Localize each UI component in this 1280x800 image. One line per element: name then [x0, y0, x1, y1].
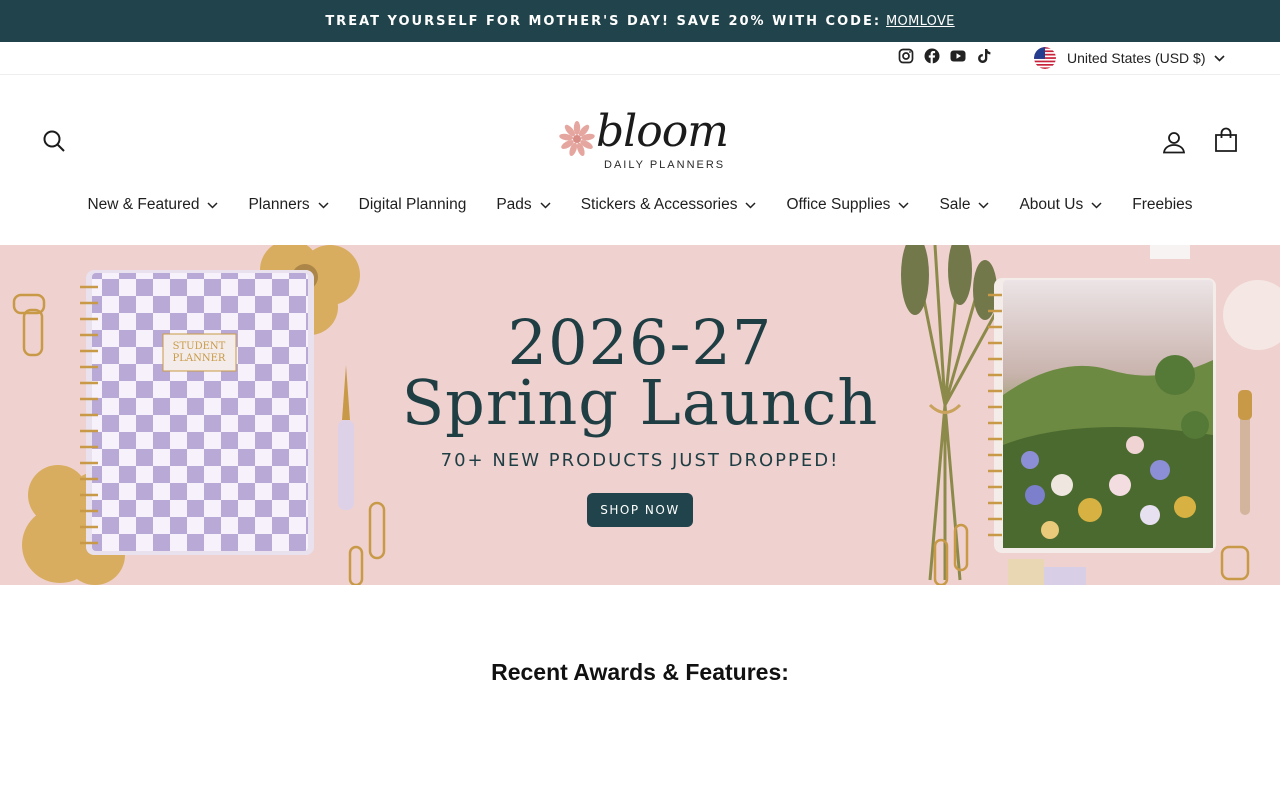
nav-item-planners[interactable]: Planners: [248, 192, 329, 218]
chevron-down-icon: [745, 201, 756, 209]
promo-code-link[interactable]: MOMLOVE: [886, 14, 955, 29]
announcement-bar: TREAT YOURSELF FOR MOTHER'S DAY! SAVE 20…: [0, 0, 1280, 42]
us-flag-icon: [1034, 47, 1056, 69]
chevron-down-icon: [1091, 201, 1102, 209]
nav-item-label: Pads: [496, 196, 532, 213]
nav-item-label: New & Featured: [87, 196, 200, 213]
currency-selector[interactable]: United States (USD $): [1034, 47, 1225, 69]
announcement-text: TREAT YOURSELF FOR MOTHER'S DAY! SAVE 20…: [325, 13, 882, 29]
awards-heading: Recent Awards & Features:: [491, 659, 789, 685]
youtube-icon[interactable]: [950, 48, 966, 64]
cart-icon[interactable]: [1214, 127, 1238, 153]
chevron-down-icon: [1213, 54, 1225, 62]
nav-item-label: About Us: [1019, 196, 1084, 213]
nav-item-about-us[interactable]: About Us: [1019, 192, 1102, 218]
facebook-icon[interactable]: [924, 48, 940, 64]
utility-bar: United States (USD $): [0, 42, 1280, 75]
chevron-down-icon: [898, 201, 909, 209]
account-icon[interactable]: [1162, 130, 1186, 154]
logo-tagline: DAILY PLANNERS: [604, 159, 726, 171]
hero-title: Spring Launch: [401, 366, 879, 439]
flower-logo-icon: [559, 121, 595, 157]
currency-label: United States (USD $): [1067, 50, 1206, 66]
nav-item-new-featured[interactable]: New & Featured: [87, 192, 218, 218]
instagram-icon[interactable]: [898, 48, 914, 64]
search-icon[interactable]: [42, 129, 66, 153]
planner-cover-title: STUDENT: [173, 341, 226, 352]
brand-logo[interactable]: bloom DAILY PLANNERS: [556, 106, 729, 174]
nav-item-label: Stickers & Accessories: [580, 196, 738, 213]
shop-now-button[interactable]: SHOP NOW: [587, 493, 693, 527]
hero-text-block: 2026-27 Spring Launch 70+ NEW PRODUCTS J…: [380, 310, 900, 472]
nav-item-label: Digital Planning: [358, 196, 467, 213]
chevron-down-icon: [978, 201, 989, 209]
svg-text:PLANNER: PLANNER: [173, 353, 226, 364]
chevron-down-icon: [318, 201, 329, 209]
tiktok-icon[interactable]: [976, 48, 992, 64]
nav-item-label: Sale: [939, 196, 971, 213]
nav-item-office-supplies[interactable]: Office Supplies: [786, 192, 909, 218]
hero-banner[interactable]: STUDENT PLANNER 2026-27 Spring Launch 70…: [0, 245, 1280, 585]
social-links: [898, 48, 992, 64]
nav-item-label: Planners: [248, 196, 310, 213]
logo-wordmark: bloom: [596, 106, 729, 157]
nav-item-stickers-accessories[interactable]: Stickers & Accessories: [581, 192, 757, 218]
nav-item-label: Office Supplies: [786, 196, 891, 213]
hero-subtitle: 70+ NEW PRODUCTS JUST DROPPED!: [440, 450, 840, 471]
chevron-down-icon: [540, 201, 551, 209]
main-navigation: New & Featured Planners Digital Planning…: [0, 192, 1280, 218]
nav-item-sale[interactable]: Sale: [939, 192, 989, 218]
nav-item-freebies[interactable]: Freebies: [1132, 192, 1192, 218]
nav-item-label: Freebies: [1132, 196, 1193, 213]
nav-item-pads[interactable]: Pads: [496, 192, 551, 218]
nav-item-digital-planning[interactable]: Digital Planning: [359, 192, 467, 218]
chevron-down-icon: [207, 201, 218, 209]
